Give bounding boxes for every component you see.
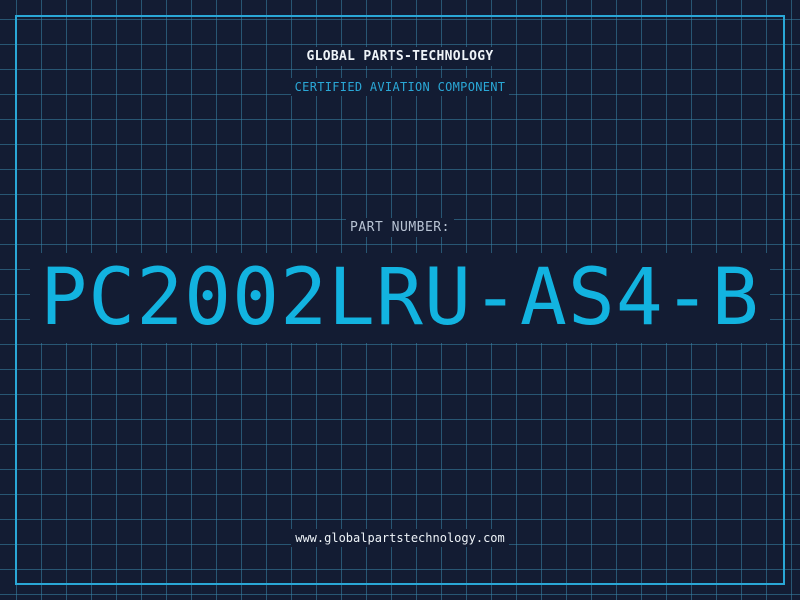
brand-name-text: GLOBAL PARTS-TECHNOLOGY <box>302 47 498 66</box>
part-label-card: GLOBAL PARTS-TECHNOLOGY CERTIFIED AVIATI… <box>0 0 800 600</box>
brand-name: GLOBAL PARTS-TECHNOLOGY <box>0 47 800 66</box>
part-number-label-text: PART NUMBER: <box>346 218 454 237</box>
part-number-text: PC2002LRU-AS4-B <box>30 253 770 343</box>
website-url: www.globalpartstechnology.com <box>0 529 800 547</box>
certification-tagline: CERTIFIED AVIATION COMPONENT <box>0 78 800 96</box>
part-number: PC2002LRU-AS4-B <box>0 253 800 343</box>
certification-tagline-text: CERTIFIED AVIATION COMPONENT <box>290 78 510 96</box>
website-url-text: www.globalpartstechnology.com <box>291 529 509 547</box>
part-number-label: PART NUMBER: <box>0 218 800 237</box>
